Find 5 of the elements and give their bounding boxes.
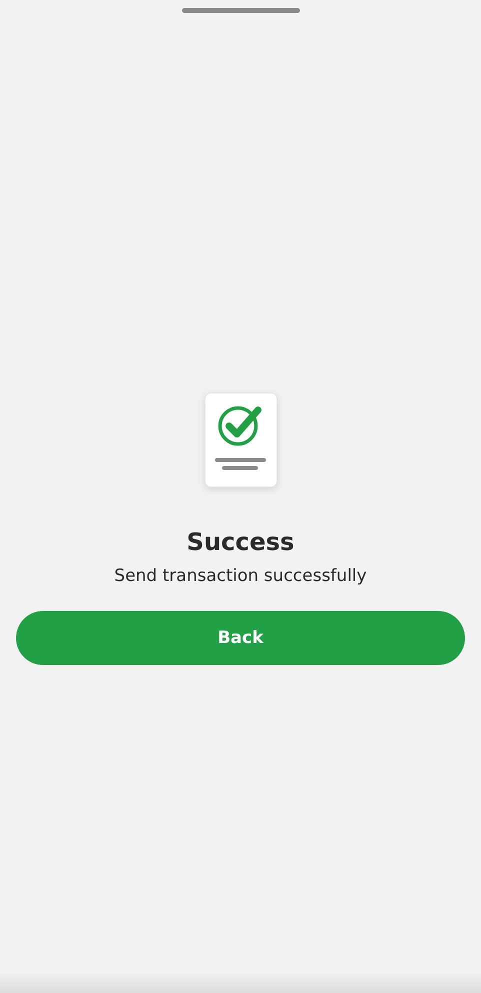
drag-handle[interactable]	[182, 8, 300, 13]
back-button[interactable]: Back	[16, 611, 465, 665]
success-message: Send transaction successfully	[114, 566, 367, 586]
success-title: Success	[186, 528, 294, 556]
document-check-icon	[204, 392, 278, 488]
